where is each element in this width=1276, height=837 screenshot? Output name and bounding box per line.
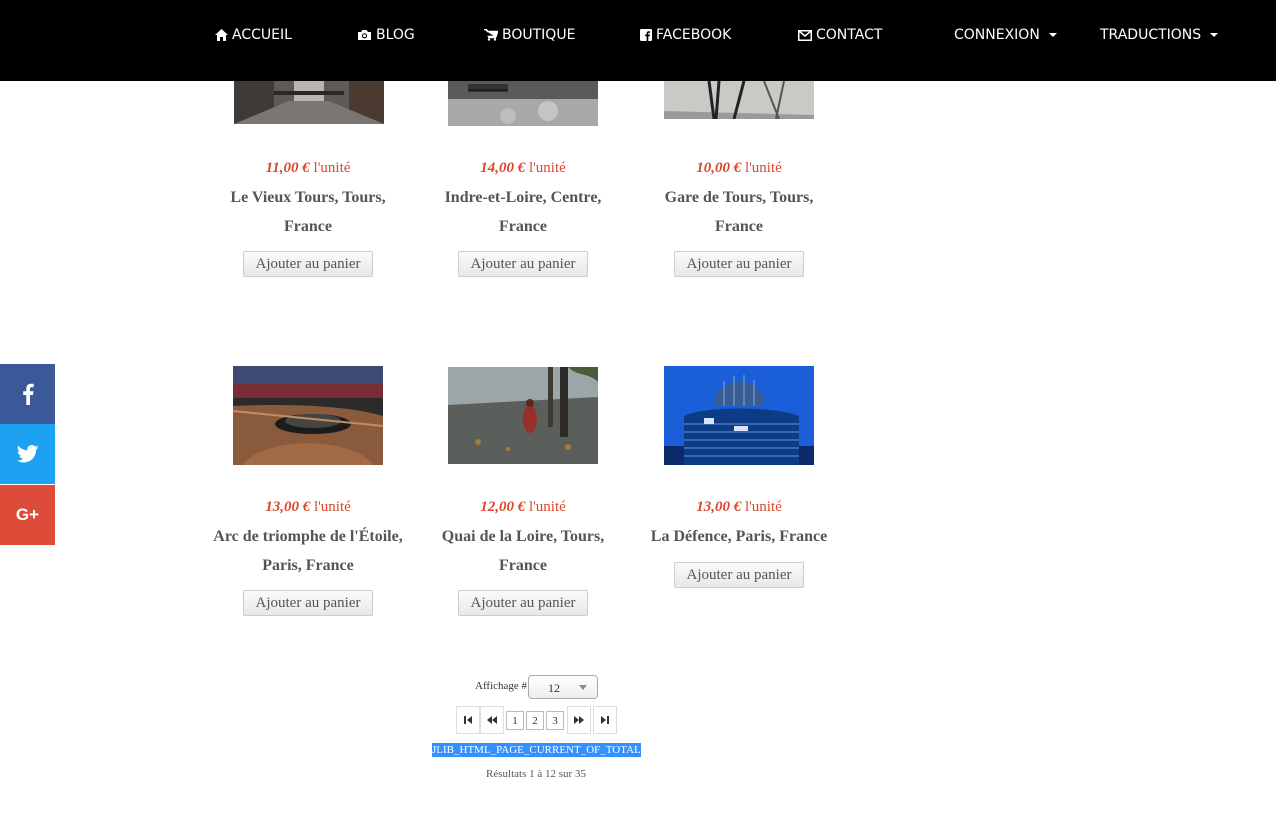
nav-home-label: ACCUEIL (232, 27, 292, 43)
add-to-cart-button[interactable]: Ajouter au panier (243, 590, 373, 616)
twitter-icon (16, 445, 38, 463)
limit-label: Affichage # (475, 680, 528, 692)
last-page-icon (601, 716, 609, 724)
nav-contact-label: CONTACT (816, 27, 883, 43)
price-unit: l'unité (313, 499, 351, 515)
product-price: 10,00 € l'unité (639, 160, 839, 177)
product-title[interactable]: Gare de Tours, Tours, France (639, 183, 839, 241)
nav-translations-label: TRADUCTIONS (1100, 27, 1202, 43)
nav-home[interactable]: ACCUEIL (215, 24, 292, 46)
product-title[interactable]: Arc de triomphe de l'Étoile, Paris, Fran… (208, 522, 408, 580)
price-amount: 10,00 € (696, 160, 742, 176)
product-image-1[interactable] (234, 81, 384, 124)
facebook-icon (22, 383, 34, 405)
backward-icon (487, 716, 497, 724)
product-price: 12,00 € l'unité (423, 499, 623, 516)
price-unit: l'unité (313, 160, 351, 176)
product-price: 13,00 € l'unité (208, 499, 408, 516)
product-title[interactable]: Indre-et-Loire, Centre, France (423, 183, 623, 241)
price-amount: 14,00 € (480, 160, 526, 176)
add-to-cart-button[interactable]: Ajouter au panier (674, 251, 804, 277)
product-image-6[interactable] (664, 366, 814, 465)
price-amount: 13,00 € (696, 499, 742, 515)
product-title[interactable]: La Défence, Paris, France (639, 522, 839, 551)
nav-facebook-label: FACEBOOK (656, 27, 732, 43)
camera-icon (358, 30, 371, 40)
home-icon (215, 29, 228, 41)
nav-blog[interactable]: BLOG (357, 24, 415, 46)
product-title[interactable]: Quai de la Loire, Tours, France (423, 522, 623, 580)
product-image-4[interactable] (233, 366, 383, 465)
share-facebook-button[interactable] (0, 364, 55, 424)
nav-shop[interactable]: BOUTIQUE (484, 24, 575, 46)
add-to-cart-button[interactable]: Ajouter au panier (243, 251, 373, 277)
first-page-icon (464, 716, 472, 724)
page-number-1[interactable]: 1 (506, 711, 524, 730)
product-price: 11,00 € l'unité (208, 160, 408, 177)
nav-login-dropdown[interactable]: CONNEXION (954, 24, 1057, 46)
limit-value: 12 (548, 681, 560, 695)
caret-down-icon (1210, 33, 1219, 37)
nav-facebook[interactable]: FACEBOOK (640, 24, 731, 46)
page-counter: JLIB_HTML_PAGE_CURRENT_OF_TOTAL (432, 743, 641, 757)
share-googleplus-button[interactable]: G+ (0, 485, 55, 545)
price-unit: l'unité (528, 499, 566, 515)
nav-blog-label: BLOG (376, 27, 415, 43)
price-unit: l'unité (528, 160, 566, 176)
price-unit: l'unité (744, 160, 782, 176)
nav-contact[interactable]: CONTACT (798, 24, 882, 46)
facebook-square-icon (640, 29, 652, 41)
first-page-button[interactable] (456, 706, 480, 734)
add-to-cart-button[interactable]: Ajouter au panier (458, 251, 588, 277)
forward-icon (574, 716, 584, 724)
page-number-3[interactable]: 3 (546, 711, 564, 730)
top-navigation: ACCUEIL BLOG BOUTIQUE FACEBOOK CONTACT C… (0, 0, 1276, 81)
price-amount: 13,00 € (265, 499, 311, 515)
price-amount: 12,00 € (480, 499, 526, 515)
product-price: 14,00 € l'unité (423, 160, 623, 177)
caret-down-icon (1048, 33, 1057, 37)
limit-select[interactable]: 12 (528, 675, 598, 699)
add-to-cart-button[interactable]: Ajouter au panier (674, 562, 804, 588)
product-image-2[interactable] (448, 81, 598, 126)
nav-shop-label: BOUTIQUE (502, 27, 576, 43)
product-image-5[interactable] (448, 367, 598, 464)
googleplus-icon: G+ (15, 505, 40, 524)
add-to-cart-button[interactable]: Ajouter au panier (458, 590, 588, 616)
results-counter: Résultats 1 à 12 sur 35 (486, 768, 586, 780)
page-number-2[interactable]: 2 (526, 711, 544, 730)
nav-login-label: CONNEXION (954, 27, 1040, 43)
price-unit: l'unité (744, 499, 782, 515)
dropdown-arrow-icon (579, 685, 587, 690)
shopping-cart-icon (484, 29, 498, 41)
last-page-button[interactable] (593, 706, 617, 734)
nav-translations-dropdown[interactable]: TRADUCTIONS (1100, 24, 1219, 46)
product-title[interactable]: Le Vieux Tours, Tours, France (208, 183, 408, 241)
share-twitter-button[interactable] (0, 424, 55, 484)
price-amount: 11,00 € (265, 160, 310, 176)
product-image-3[interactable] (664, 81, 814, 119)
envelope-icon (798, 29, 812, 41)
product-price: 13,00 € l'unité (639, 499, 839, 516)
previous-page-button[interactable] (480, 706, 504, 734)
next-page-button[interactable] (567, 706, 591, 734)
